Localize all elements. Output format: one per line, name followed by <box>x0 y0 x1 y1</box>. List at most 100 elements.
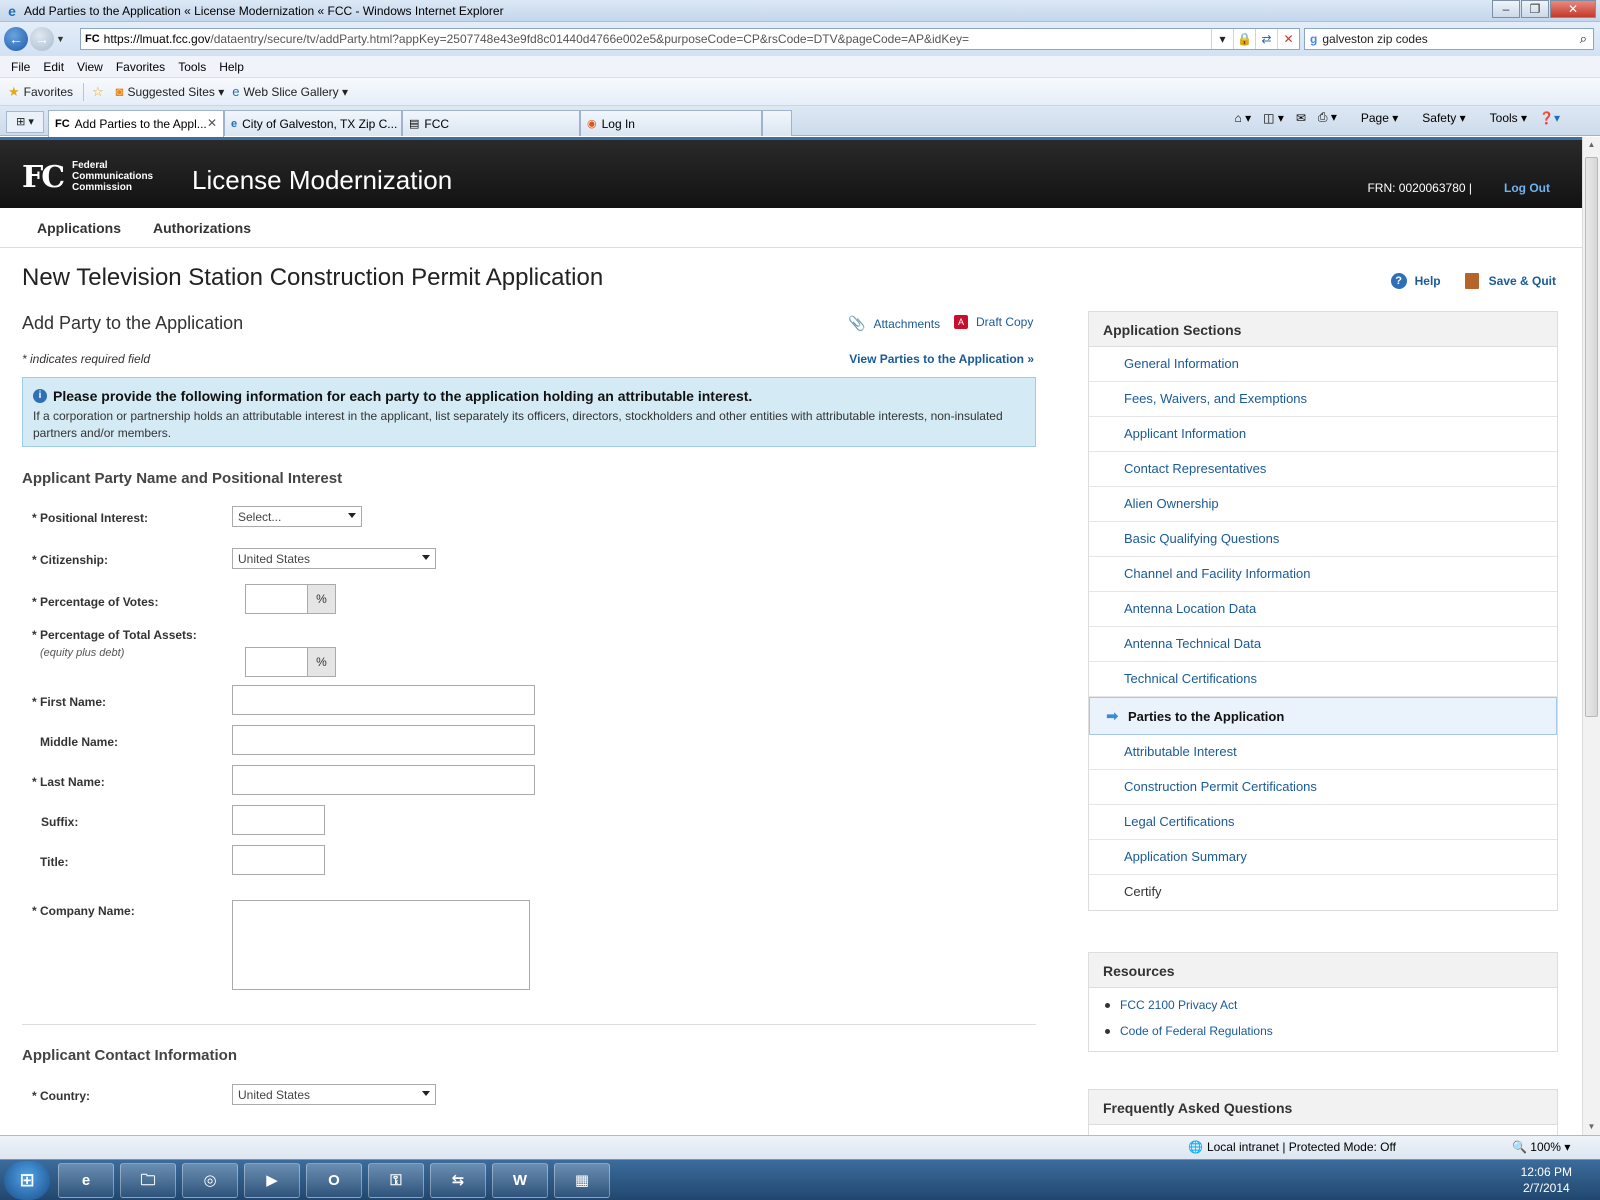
taskbar-ie-icon[interactable]: e <box>58 1163 114 1198</box>
title-input[interactable] <box>232 845 325 875</box>
scroll-down-icon[interactable]: ▼ <box>1583 1119 1600 1135</box>
favorites-bar: ★ Favorites ☆ ◙ Suggested Sites ▾ e Web Sli… <box>0 78 1600 106</box>
chevron-down-icon <box>422 1091 430 1096</box>
menu-help[interactable]: Help <box>219 60 244 74</box>
resource-link-cfr[interactable]: Code of Federal Regulations <box>1089 1012 1557 1038</box>
taskbar-word-icon[interactable]: W <box>492 1163 548 1198</box>
sidebar-item-technical-certifications[interactable]: Technical Certifications <box>1089 662 1557 697</box>
section-title: Add Party to the Application <box>22 313 244 333</box>
resource-link-privacy-act[interactable]: FCC 2100 Privacy Act <box>1089 988 1557 1012</box>
web-slice-gallery-button[interactable]: e Web Slice Gallery ▾ <box>232 84 348 99</box>
sidebar-item-application-summary[interactable]: Application Summary <box>1089 840 1557 875</box>
tab-log-in[interactable]: ◉ Log In <box>580 110 762 136</box>
company-name-textarea[interactable] <box>232 900 530 990</box>
mail-icon[interactable]: ✉ <box>1296 111 1306 125</box>
suffix-input[interactable] <box>232 805 325 835</box>
maximize-button[interactable]: ❐ <box>1521 0 1549 18</box>
add-favorites-button[interactable]: ☆ <box>92 84 108 100</box>
search-icon[interactable]: ⌕ <box>1580 31 1587 47</box>
menu-file[interactable]: File <box>11 60 30 74</box>
fcc-logo[interactable]: FC <box>22 160 65 195</box>
vertical-scrollbar[interactable]: ▲ ▼ <box>1582 137 1600 1135</box>
save-quit-link[interactable]: Save & Quit <box>1489 274 1556 288</box>
sidebar-item-alien-ownership[interactable]: Alien Ownership <box>1089 487 1557 522</box>
start-button[interactable]: ⊞ <box>4 1161 50 1200</box>
system-clock[interactable]: 12:06 PM 2/7/2014 <box>1521 1164 1572 1196</box>
safety-menu[interactable]: Safety ▾ <box>1410 111 1465 125</box>
sidebar-item-parties-active[interactable]: ➡ Parties to the Application <box>1089 697 1557 735</box>
sidebar-item-basic-qualifying[interactable]: Basic Qualifying Questions <box>1089 522 1557 557</box>
sidebar-item-legal-certifications[interactable]: Legal Certifications <box>1089 805 1557 840</box>
feeds-icon[interactable]: ◫ ▾ <box>1263 111 1284 125</box>
chevron-down-icon <box>348 513 356 518</box>
favorites-button[interactable]: ★ Favorites <box>8 84 73 100</box>
back-button[interactable]: ← <box>4 27 28 51</box>
taskbar-outlook-icon[interactable]: O <box>306 1163 362 1198</box>
taskbar-explorer-icon[interactable]: 🗀 <box>120 1163 176 1198</box>
quick-tabs-button[interactable]: ⊞ ▾ <box>6 111 44 133</box>
sidebar-item-contact-representatives[interactable]: Contact Representatives <box>1089 452 1557 487</box>
lock-icon[interactable]: 🔒 <box>1233 29 1255 49</box>
save-quit-icon[interactable] <box>1464 273 1479 289</box>
address-bar[interactable]: FC https://lmuat.fcc.gov/dataentry/secur… <box>80 28 1300 50</box>
percentage-votes-input[interactable] <box>245 584 308 614</box>
sidebar-item-attributable-interest[interactable]: Attributable Interest <box>1089 735 1557 770</box>
sidebar-item-antenna-technical[interactable]: Antenna Technical Data <box>1089 627 1557 662</box>
close-tab-icon[interactable]: ✕ <box>207 116 217 130</box>
sidebar-item-cp-certifications[interactable]: Construction Permit Certifications <box>1089 770 1557 805</box>
minimize-button[interactable]: – <box>1492 0 1520 18</box>
middle-name-input[interactable] <box>232 725 535 755</box>
tab-add-parties[interactable]: FC Add Parties to the Appl... ✕ <box>48 110 224 137</box>
address-dropdown-icon[interactable]: ▾ <box>1211 29 1233 49</box>
citizenship-select[interactable]: United States <box>232 548 436 569</box>
scrollbar-thumb[interactable] <box>1585 157 1598 717</box>
menu-view[interactable]: View <box>77 60 103 74</box>
forward-button[interactable]: → <box>30 27 54 51</box>
search-box[interactable]: g galveston zip codes ⌕ <box>1304 28 1594 50</box>
menu-favorites[interactable]: Favorites <box>116 60 165 74</box>
close-window-button[interactable]: ✕ <box>1550 0 1596 18</box>
refresh-icon[interactable]: ⇄ <box>1255 29 1277 49</box>
positional-interest-select[interactable]: Select... <box>232 506 362 527</box>
sidebar-item-channel-facility[interactable]: Channel and Facility Information <box>1089 557 1557 592</box>
stop-icon[interactable]: ✕ <box>1277 29 1299 49</box>
home-icon[interactable]: ⌂ ▾ <box>1235 111 1252 125</box>
taskbar-calculator-icon[interactable]: ▦ <box>554 1163 610 1198</box>
view-parties-link[interactable]: View Parties to the Application » <box>849 352 1034 366</box>
taskbar-media-player-icon[interactable]: ▶ <box>244 1163 300 1198</box>
page-menu[interactable]: Page ▾ <box>1349 111 1398 125</box>
taskbar-app-icon[interactable]: ⚿ <box>368 1163 424 1198</box>
help-link[interactable]: Help <box>1415 274 1441 288</box>
history-dropdown-icon[interactable]: ▼ <box>56 34 68 44</box>
help-icon[interactable]: ? <box>1390 273 1407 289</box>
attachments-link[interactable]: 📎 Attachments <box>848 315 940 332</box>
country-select[interactable]: United States <box>232 1084 436 1105</box>
menu-edit[interactable]: Edit <box>43 60 64 74</box>
taskbar-chrome-icon[interactable]: ◎ <box>182 1163 238 1198</box>
tab-city-galveston[interactable]: e City of Galveston, TX Zip C... <box>224 110 402 136</box>
sidebar-item-fees-waivers[interactable]: Fees, Waivers, and Exemptions <box>1089 382 1557 417</box>
search-input[interactable]: galveston zip codes <box>1322 32 1427 46</box>
last-name-input[interactable] <box>232 765 535 795</box>
menu-tools[interactable]: Tools <box>178 60 206 74</box>
help-icon[interactable]: ❓▾ <box>1539 111 1560 125</box>
sidebar-item-applicant-information[interactable]: Applicant Information <box>1089 417 1557 452</box>
nav-authorizations[interactable]: Authorizations <box>153 220 251 236</box>
security-zone-label: Local intranet | Protected Mode: Off <box>1206 1140 1396 1154</box>
sidebar-item-general-information[interactable]: General Information <box>1089 347 1557 382</box>
tools-menu[interactable]: Tools ▾ <box>1478 111 1527 125</box>
first-name-input[interactable] <box>232 685 535 715</box>
sidebar-item-antenna-location[interactable]: Antenna Location Data <box>1089 592 1557 627</box>
zoom-level[interactable]: 🔍 100% ▾ <box>1512 1140 1570 1154</box>
print-icon[interactable]: ⎙ ▾ <box>1318 110 1337 125</box>
security-zone[interactable]: 🌐 Local intranet | Protected Mode: Off <box>1188 1140 1396 1154</box>
percentage-assets-input[interactable] <box>245 647 308 677</box>
new-tab-button[interactable] <box>762 110 792 136</box>
suggested-sites-button[interactable]: ◙ Suggested Sites ▾ <box>116 84 225 99</box>
scroll-up-icon[interactable]: ▲ <box>1583 137 1600 153</box>
taskbar-network-app-icon[interactable]: ⇆ <box>430 1163 486 1198</box>
log-out-link[interactable]: Log Out <box>1504 181 1550 195</box>
tab-fcc[interactable]: ▤ FCC <box>402 110 580 136</box>
nav-applications[interactable]: Applications <box>37 220 121 236</box>
draft-copy-link[interactable]: A Draft Copy <box>954 315 1033 329</box>
